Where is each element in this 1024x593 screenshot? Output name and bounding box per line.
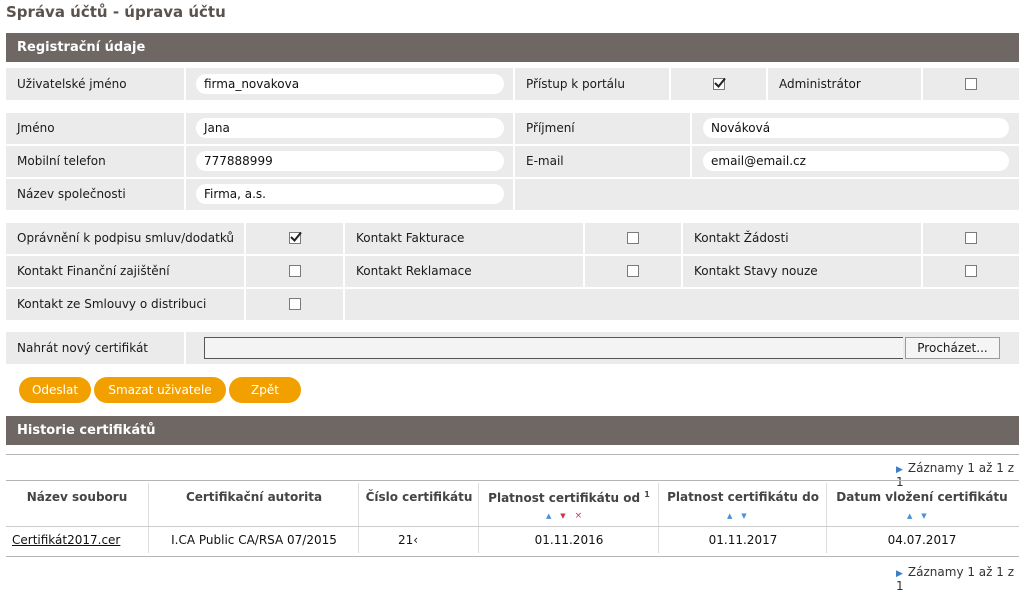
column-separator [358, 483, 359, 553]
footnote-mark: 1 [644, 490, 650, 499]
complaints-contact-checkbox[interactable] [627, 265, 639, 277]
certificate-inserted: 04.07.2017 [887, 533, 957, 547]
pager-top-text: Záznamy 1 až 1 z 1 [896, 461, 1015, 489]
certificate-file-link[interactable]: Certifikát2017.cer [12, 533, 120, 547]
portal-access-label: Přístup k portálu [515, 68, 669, 100]
delete-user-button[interactable]: Smazat uživatele [94, 377, 226, 403]
column-header-file: Název souboru [26, 490, 128, 504]
browse-button[interactable]: Procházet... [905, 337, 1000, 359]
company-input[interactable]: Firma, a.s. [196, 184, 504, 204]
x-icon[interactable]: × [575, 511, 583, 521]
admin-checkbox[interactable] [965, 78, 977, 90]
mobile-input[interactable]: 777888999 [196, 151, 504, 171]
column-header-authority: Certifikační autorita [185, 490, 323, 504]
column-header-inserted[interactable]: Datum vložení certifikátu [828, 490, 1016, 504]
emergency-contact-label: Kontakt Stavy nouze [683, 256, 921, 287]
triangle-up-icon[interactable]: ▲ [907, 512, 912, 520]
triangle-down-icon[interactable]: ▼ [921, 512, 926, 520]
column-separator [658, 483, 659, 553]
triangle-up-icon[interactable]: ▲ [727, 512, 732, 520]
last-name-input[interactable]: Nováková [703, 118, 1009, 138]
distribution-contact-label: Kontakt ze Smlouvy o distribuci [6, 289, 244, 320]
sort-controls-valid-to: ▲ ▼ [727, 512, 747, 520]
username-input[interactable]: firma_novakova [196, 74, 504, 94]
triangle-right-icon: ▶ [896, 569, 903, 579]
page-title: Správa účtů - úprava účtu [6, 3, 226, 21]
certificate-valid-to: 01.11.2017 [708, 533, 778, 547]
admin-label: Administrátor [768, 68, 921, 100]
back-button[interactable]: Zpět [229, 377, 301, 403]
sort-controls-inserted: ▲ ▼ [907, 512, 927, 520]
first-name-label: Jméno [6, 113, 184, 144]
triangle-up-icon[interactable]: ▲ [546, 512, 551, 520]
certificate-authority: I.CA Public CA/RSA 07/2015 [171, 533, 337, 547]
username-label: Uživatelské jméno [6, 68, 184, 100]
triangle-down-icon[interactable]: ▼ [741, 512, 746, 520]
billing-contact-checkbox[interactable] [627, 232, 639, 244]
emergency-contact-checkbox[interactable] [965, 265, 977, 277]
email-label: E-mail [515, 146, 690, 177]
certificate-upload-label: Nahrát nový certifikát [6, 332, 184, 364]
sign-permission-checkbox[interactable] [289, 231, 302, 244]
column-header-valid-from[interactable]: Platnost certifikátu od 1 [480, 490, 658, 505]
portal-access-checkbox[interactable] [713, 77, 726, 90]
check-icon [290, 231, 302, 242]
check-icon [714, 77, 726, 88]
registration-section-header: Registrační údaje [6, 33, 1019, 62]
triangle-right-icon: ▶ [896, 465, 903, 475]
company-label: Název společnosti [6, 179, 184, 210]
mobile-label: Mobilní telefon [6, 146, 184, 177]
column-separator [478, 483, 479, 553]
certificate-file-input[interactable] [204, 337, 903, 359]
column-separator [148, 483, 149, 553]
last-name-label: Příjmení [515, 113, 690, 144]
column-header-number: Číslo certifikátu [365, 490, 473, 504]
history-table-top-line [6, 480, 1019, 481]
permissions-empty-cell [345, 289, 1019, 320]
history-table-bottom-line [6, 556, 1019, 557]
requests-contact-checkbox[interactable] [965, 232, 977, 244]
column-header-valid-to[interactable]: Platnost certifikátu do [660, 490, 826, 504]
complaints-contact-label: Kontakt Reklamace [345, 256, 583, 287]
sign-permission-label: Oprávnění k podpisu smluv/dodatků [6, 223, 244, 254]
pager-bottom-text: Záznamy 1 až 1 z 1 [896, 565, 1015, 593]
email-input[interactable]: email@email.cz [703, 151, 1009, 171]
financial-contact-checkbox[interactable] [289, 265, 301, 277]
submit-button[interactable]: Odeslat [19, 377, 91, 403]
requests-contact-label: Kontakt Žádosti [683, 223, 921, 254]
billing-contact-label: Kontakt Fakturace [345, 223, 583, 254]
history-header-line [6, 526, 1019, 527]
certificate-number: 21‹ [398, 533, 418, 547]
pager-top[interactable]: ▶ Záznamy 1 až 1 z 1 [896, 461, 1024, 489]
history-top-line [6, 454, 1019, 455]
company-empty-cell [515, 179, 1019, 210]
triangle-down-icon[interactable]: ▼ [560, 512, 565, 520]
certificate-valid-from: 01.11.2016 [534, 533, 604, 547]
history-section-header: Historie certifikátů [6, 416, 1019, 445]
sort-controls-valid-from: ▲ ▼ × [546, 511, 583, 521]
column-separator [826, 483, 827, 553]
distribution-contact-checkbox[interactable] [289, 298, 301, 310]
first-name-input[interactable]: Jana [196, 118, 504, 138]
financial-contact-label: Kontakt Finanční zajištění [6, 256, 244, 287]
pager-bottom[interactable]: ▶ Záznamy 1 až 1 z 1 [896, 565, 1024, 593]
column-header-valid-from-label: Platnost certifikátu od [488, 491, 641, 505]
